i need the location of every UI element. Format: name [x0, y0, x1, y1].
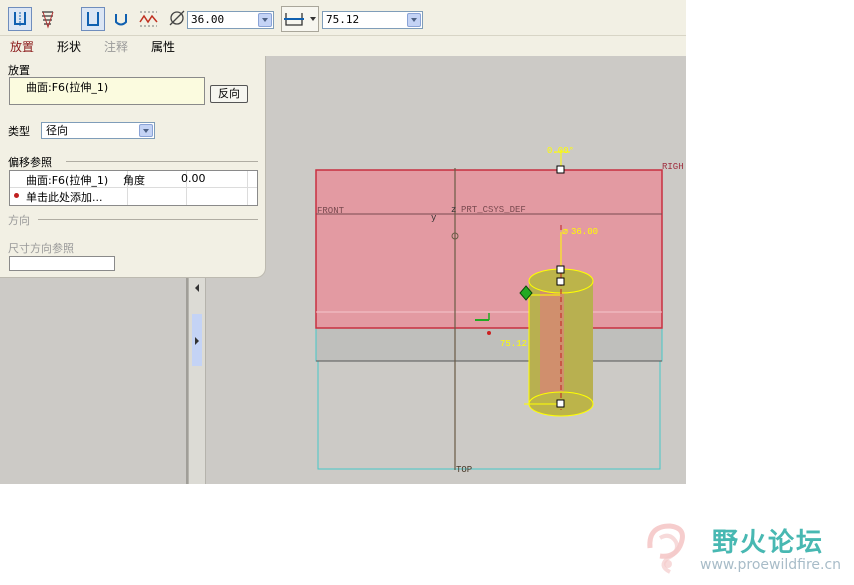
- offset-references-table[interactable]: 曲面:F6(拉伸_1) 角度 0.00 单击此处添加...: [9, 170, 258, 206]
- csys-label: PRT_CSYS_DEF: [461, 205, 526, 215]
- offset-ref-value[interactable]: 0.00: [181, 172, 206, 185]
- standard-hole-icon[interactable]: [36, 7, 60, 31]
- drag-handle-diameter[interactable]: [556, 265, 565, 274]
- dim-direction-ref-title: 尺寸方向参照: [8, 242, 74, 255]
- offset-ref-type[interactable]: 角度: [123, 172, 145, 188]
- depth-combo[interactable]: 75.12: [322, 11, 423, 29]
- add-reference-prompt[interactable]: 单击此处添加...: [26, 189, 103, 205]
- depth-option-icon[interactable]: [281, 6, 319, 32]
- tab-placement[interactable]: 放置: [10, 38, 34, 55]
- placement-section-title: 放置: [8, 64, 30, 77]
- svg-text:⌀: ⌀: [562, 226, 568, 237]
- chevron-down-icon[interactable]: [258, 13, 272, 27]
- offset-ref-surface: 曲面:F6(拉伸_1): [26, 174, 109, 187]
- type-select[interactable]: 径向: [41, 122, 155, 139]
- diameter-icon: [168, 9, 186, 27]
- offset-references-title: 偏移参照: [8, 156, 52, 169]
- table-row[interactable]: 单击此处添加...: [10, 188, 257, 204]
- placement-reference-field[interactable]: 曲面:F6(拉伸_1): [9, 77, 205, 105]
- sketch-hole-icon[interactable]: [109, 7, 133, 31]
- straight-hole-icon[interactable]: [81, 7, 105, 31]
- type-label: 类型: [8, 125, 30, 138]
- direction-title: 方向: [8, 214, 30, 227]
- table-row[interactable]: 曲面:F6(拉伸_1) 角度 0.00: [10, 171, 257, 187]
- placement-panel: 放置 曲面:F6(拉伸_1) 反向 类型 径向 偏移参照 曲面:F6(拉伸_1)…: [0, 56, 266, 278]
- chevron-down-icon[interactable]: [407, 13, 421, 27]
- csys-z-label: z: [451, 205, 456, 215]
- collapse-arrow-icon[interactable]: [195, 284, 199, 292]
- tab-shape[interactable]: 形状: [57, 38, 81, 55]
- dim-direction-ref-field[interactable]: [9, 256, 115, 271]
- drag-handle-center[interactable]: [556, 277, 565, 286]
- placement-surface[interactable]: [315, 169, 663, 329]
- front-datum-label: FRONT: [317, 206, 345, 216]
- watermark-logo: [640, 518, 704, 576]
- drag-handle-angle[interactable]: [556, 165, 565, 174]
- flip-button[interactable]: 反向: [210, 85, 248, 103]
- right-datum-label: RIGH: [662, 162, 684, 172]
- watermark-url: www.proewildfire.cn: [700, 557, 842, 573]
- diameter-dimension-value[interactable]: 36.00: [571, 227, 598, 237]
- tab-notes[interactable]: 注释: [104, 38, 128, 55]
- tab-properties[interactable]: 属性: [151, 38, 175, 55]
- depth-dimension-value[interactable]: 75.12: [500, 339, 527, 349]
- angle-dimension[interactable]: 0.00°: [547, 146, 574, 156]
- profile-sketch-icon[interactable]: [137, 7, 161, 31]
- bullet-icon: [14, 193, 19, 198]
- dashboard-toolbar: 36.00 75.12: [0, 0, 686, 36]
- diameter-combo[interactable]: 36.00: [187, 11, 274, 29]
- watermark-text: 野火论坛: [712, 528, 825, 558]
- expand-arrow-icon[interactable]: [195, 337, 199, 345]
- simple-hole-icon[interactable]: [8, 7, 32, 31]
- diameter-value: 36.00: [191, 13, 225, 26]
- type-value: 径向: [46, 124, 68, 137]
- placement-reference-value: 曲面:F6(拉伸_1): [26, 81, 109, 94]
- csys-y-label: y: [431, 213, 437, 223]
- top-datum-label: TOP: [456, 465, 472, 475]
- drag-handle-depth[interactable]: [556, 399, 565, 408]
- chevron-down-icon[interactable]: [139, 124, 153, 137]
- depth-value: 75.12: [326, 13, 360, 26]
- dashboard-tabs: 放置 形状 注释 属性: [0, 36, 686, 56]
